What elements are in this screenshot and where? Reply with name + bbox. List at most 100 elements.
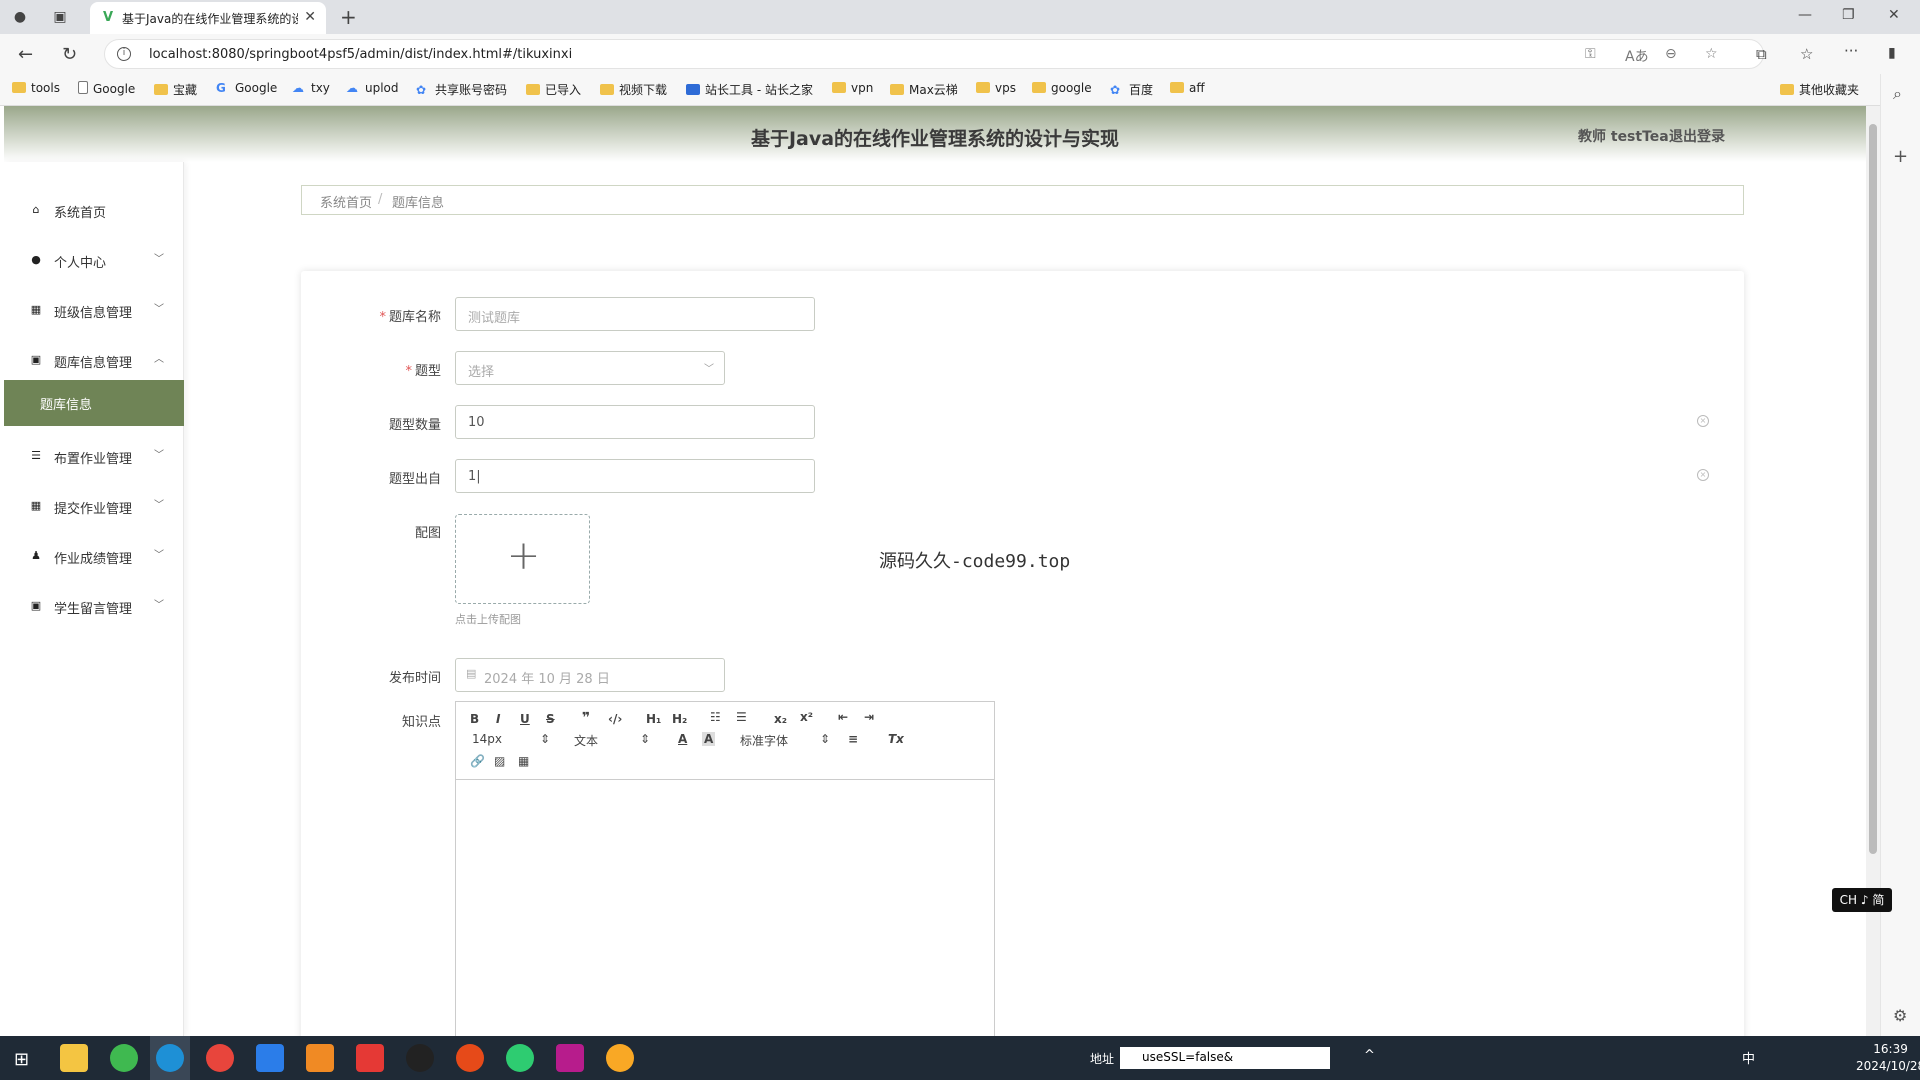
wps-icon[interactable] — [356, 1044, 384, 1072]
navicat-icon[interactable] — [456, 1044, 484, 1072]
scrollbar-thumb[interactable] — [1869, 124, 1877, 854]
minimize-icon[interactable]: — — [1798, 7, 1812, 23]
sidebar-subitem-question-bank-info[interactable]: 题库信息 — [4, 380, 184, 426]
app-yellow-icon[interactable] — [606, 1044, 634, 1072]
new-tab-icon[interactable]: + — [340, 5, 357, 29]
reload-icon[interactable]: ↻ — [62, 44, 77, 65]
header2-icon[interactable]: H₂ — [672, 712, 687, 726]
bookmark-folder[interactable]: google — [1032, 81, 1092, 95]
windows-start-icon[interactable]: ⊞ — [14, 1049, 29, 1070]
outdent-icon[interactable]: ⇤ — [838, 710, 848, 724]
file-explorer-icon[interactable] — [60, 1044, 88, 1072]
bookmark-folder[interactable]: 视频下载 — [600, 81, 667, 98]
wechat-icon[interactable] — [506, 1044, 534, 1072]
read-aloud-icon[interactable]: Aあ — [1625, 46, 1649, 66]
bookmark-folder[interactable]: 已导入 — [526, 81, 581, 98]
italic-icon[interactable]: I — [496, 712, 500, 726]
question-type-select[interactable]: 选择 ﹀ — [455, 351, 725, 385]
close-tab-icon[interactable]: ✕ — [304, 9, 316, 25]
bookmark-folder[interactable]: tools — [12, 81, 60, 95]
edge-icon[interactable] — [156, 1044, 184, 1072]
publish-date-picker[interactable]: ▤ 2024 年 10 月 28 日 — [455, 658, 725, 692]
add-icon[interactable]: + — [1893, 146, 1908, 167]
sidebar-item-profile[interactable]: ● 个人中心 ﹀ — [4, 236, 184, 286]
chrome-icon[interactable] — [206, 1044, 234, 1072]
sidebar-item-assign-homework[interactable]: ☰ 布置作业管理 ﹀ — [4, 432, 184, 482]
clock[interactable]: 16:39 2024/10/28 — [1856, 1041, 1920, 1075]
tab-actions-icon[interactable]: ▣ — [50, 7, 70, 27]
bookmark-folder[interactable]: vpn — [832, 81, 873, 95]
bookmark-link[interactable]: ✿ 共享账号密码 — [416, 81, 507, 98]
bookmark-link[interactable]: Google — [78, 81, 135, 96]
video-icon[interactable]: ▦ — [518, 754, 529, 768]
close-window-icon[interactable]: ✕ — [1888, 7, 1900, 23]
font-family-select[interactable]: 标准字体 ⇕ — [740, 732, 830, 749]
ime-indicator[interactable]: CH ♪ 简 — [1832, 888, 1892, 912]
strike-icon[interactable]: S — [546, 712, 555, 726]
zoom-icon[interactable]: ⊖ — [1665, 46, 1677, 62]
other-bookmarks-folder[interactable]: 其他收藏夹 — [1780, 81, 1859, 98]
image-upload[interactable]: + — [455, 514, 590, 604]
bookmark-link[interactable]: 站长工具 - 站长之家 — [686, 81, 813, 98]
app-green-icon[interactable] — [110, 1044, 138, 1072]
taskbar-address-input[interactable]: useSSL=false& — [1120, 1047, 1330, 1069]
info-icon[interactable]: i — [117, 47, 131, 61]
ime-tray[interactable]: 中 — [1742, 1048, 1755, 1067]
background-color-icon[interactable]: A — [702, 732, 716, 746]
code-icon[interactable]: ‹/› — [608, 712, 622, 726]
sidebar-item-home[interactable]: ⌂ 系统首页 — [4, 186, 184, 236]
logout-link[interactable]: 退出登录 — [1669, 126, 1725, 146]
font-color-icon[interactable]: A — [678, 732, 687, 746]
url-field[interactable]: i localhost:8080/springboot4psf5/admin/d… — [104, 39, 1764, 69]
clear-format-icon[interactable]: Tx — [888, 732, 904, 746]
profile-icon[interactable]: ● — [10, 7, 30, 27]
header-select[interactable]: 文本 ⇕ — [574, 732, 650, 749]
favorites-icon[interactable]: ☆ — [1800, 45, 1813, 63]
align-icon[interactable]: ≡ — [848, 732, 858, 746]
bookmark-link[interactable]: ☁ uplod — [346, 81, 399, 95]
editor-content[interactable] — [456, 781, 994, 1036]
sidebar-item-class[interactable]: ▦ 班级信息管理 ﹀ — [4, 286, 184, 336]
bookmark-link[interactable]: G Google — [216, 81, 277, 95]
link-icon[interactable]: 🔗 — [470, 754, 485, 768]
gear-icon[interactable]: ⚙ — [1893, 1006, 1907, 1025]
question-bank-name-input[interactable]: 测试题库 — [455, 297, 815, 331]
bookmark-folder[interactable]: aff — [1170, 81, 1205, 95]
bookmark-link[interactable]: ✿ 百度 — [1110, 81, 1153, 98]
bookmark-folder[interactable]: vps — [976, 81, 1016, 95]
indent-icon[interactable]: ⇥ — [864, 710, 874, 724]
more-icon[interactable]: ··· — [1844, 42, 1858, 60]
sublime-icon[interactable] — [306, 1044, 334, 1072]
clear-icon[interactable]: × — [1697, 415, 1709, 427]
key-icon[interactable]: ⚿ — [1585, 46, 1596, 62]
sidebar-item-messages[interactable]: ▣ 学生留言管理 ﹀ — [4, 582, 184, 632]
underline-icon[interactable]: U — [520, 712, 530, 726]
clear-icon[interactable]: × — [1697, 469, 1709, 481]
bold-icon[interactable]: B — [470, 712, 479, 726]
bookmark-folder[interactable]: 宝藏 — [154, 81, 197, 98]
ordered-list-icon[interactable]: ☷ — [710, 710, 721, 724]
tray-chevron-icon[interactable]: ^ — [1364, 1048, 1375, 1063]
restore-icon[interactable]: ❐ — [1842, 7, 1855, 23]
back-icon[interactable]: ← — [18, 44, 33, 65]
search-icon[interactable]: ⌕ — [1893, 84, 1902, 104]
bullet-list-icon[interactable]: ☰ — [736, 710, 747, 724]
browser-tab[interactable]: V 基于Java的在线作业管理系统的设计 ✕ — [90, 2, 326, 34]
vscode-icon[interactable] — [256, 1044, 284, 1072]
bookmark-link[interactable]: ☁ txy — [292, 81, 330, 95]
sidebar-item-submit-homework[interactable]: ▦ 提交作业管理 ﹀ — [4, 482, 184, 532]
font-size-select[interactable]: 14px ⇕ — [472, 732, 550, 746]
subscript-icon[interactable]: x₂ — [774, 712, 787, 726]
extensions-icon[interactable]: ⧉ — [1756, 45, 1767, 63]
image-icon[interactable]: ▨ — [494, 754, 505, 768]
blockquote-icon[interactable]: ❞ — [582, 710, 590, 726]
header1-icon[interactable]: H₁ — [646, 712, 661, 726]
sidebar-item-question-bank[interactable]: ▣ 题库信息管理 ︿ — [4, 336, 184, 386]
intellij-icon[interactable] — [556, 1044, 584, 1072]
sidebar-item-grades[interactable]: ♟ 作业成绩管理 ﹀ — [4, 532, 184, 582]
qq-icon[interactable] — [406, 1044, 434, 1072]
question-source-input[interactable]: 1| — [455, 459, 815, 493]
breadcrumb-home[interactable]: 系统首页 — [320, 192, 372, 211]
question-count-input[interactable]: 10 — [455, 405, 815, 439]
bookmark-folder[interactable]: Max云梯 — [890, 81, 958, 98]
